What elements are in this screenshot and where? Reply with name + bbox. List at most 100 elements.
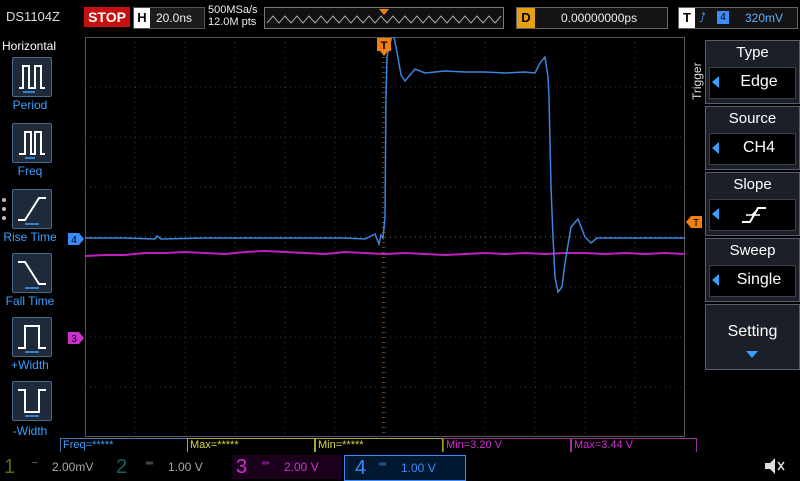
rising-edge-icon: ⭜ [699,10,706,25]
memory-waveform-preview [266,9,502,24]
delay-label: D [517,8,535,28]
negative-width-icon [18,389,46,417]
freq-label: Freq [17,164,43,178]
ch3-offset-marker[interactable]: 3 [68,332,84,344]
channel-2-number: 2 [116,456,128,478]
measurement-min-ch3[interactable]: Min=3.20 V [443,438,571,453]
panel-title: Horizontal [2,39,57,53]
trigger-marker-text: T [381,40,388,52]
trigger-slope-field [709,199,796,231]
channel-1-scale: 2.00mV [52,460,94,474]
page-dot [2,207,6,211]
run-stop-status[interactable]: STOP [84,7,130,27]
trigger-source-button[interactable]: Source CH4 [705,106,800,170]
trigger-source-value: CH4 [742,139,775,156]
channel-2-box[interactable]: 2 ═ 1.00 V [116,455,226,479]
positive-width-icon [18,325,46,353]
trigger-level-value: 320mV [745,11,784,25]
grid-lines [85,37,685,437]
measurement-min-ch1[interactable]: Min=***** [315,438,443,453]
trigger-label: T [679,8,695,28]
page-dot [2,198,6,202]
ac-coupling-icon: ~ [32,458,38,469]
trigger-source-field: CH4 [709,133,796,165]
timebase-value: 20.0ns [156,11,193,25]
channel-4-number: 4 [355,457,367,479]
trigger-setting-title: Setting [727,323,778,340]
ch3-trace [84,249,686,257]
negative-width-button[interactable] [12,381,52,421]
model-name: DS1104Z [6,9,60,24]
left-arrow-icon [712,208,719,220]
ch4-marker-text: 4 [71,235,77,245]
memory-timeline[interactable] [264,7,504,29]
waveform-grid [84,31,686,437]
measurement-freq-text: Freq=***** [63,439,114,451]
dc-coupling-icon: ═ [262,458,270,469]
rising-slope-icon [742,207,766,223]
channel-4-scale: 1.00 V [401,461,436,475]
channel-4-box[interactable]: 4 ═ 1.00 V [344,455,466,481]
trigger-type-button[interactable]: Type Edge [705,40,800,104]
measurement-max-ch1[interactable]: Max=***** [187,438,315,453]
left-arrow-icon [712,142,719,154]
measurement-min-ch3-text: Min=3.20 V [446,439,502,451]
ch3-marker-text: 3 [71,334,77,344]
channel-3-number: 3 [236,456,248,478]
delay-box[interactable]: D 0.00000000ps [516,7,668,29]
period-button[interactable] [12,57,52,97]
measurement-max-ch3[interactable]: Max=3.44 V [571,438,697,453]
trigger-sweep-title: Sweep [729,242,776,259]
freq-icon [19,131,45,159]
rise-time-icon [18,197,46,225]
measurement-freq[interactable]: Freq=***** [60,438,188,453]
trigger-position-marker[interactable]: T [377,38,391,56]
memory-depth: 12.0M pts [208,16,257,28]
channel-2-scale: 1.00 V [168,460,203,474]
rise-time-button[interactable] [12,189,52,229]
trigger-type-value: Edge [740,73,778,90]
trigger-setting-button[interactable]: Setting [705,304,800,370]
dc-coupling-icon: ═ [146,458,154,469]
waveform-display[interactable] [84,31,686,437]
rise-time-label: Rise Time [3,230,57,244]
sample-rate: 500MSa/s [208,4,258,16]
channel-1-number: 1 [4,456,16,478]
trigger-box[interactable]: T ⭜ 4 320mV [678,7,798,29]
horizontal-label: H [134,8,150,28]
measurement-max-ch3-text: Max=3.44 V [574,439,634,451]
trigger-source-title: Source [728,110,777,127]
left-arrow-icon [712,76,719,88]
measurement-min-ch1-text: Min=***** [318,439,364,451]
trigger-slope-button[interactable]: Slope [705,172,800,236]
period-label: Period [12,98,48,112]
positive-width-label: +Width [11,358,49,372]
trigger-sweep-value: Single [736,271,782,288]
acquisition-info: 500MSa/s 12.0M pts [208,4,258,28]
trigger-menu-title: Trigger [690,62,704,100]
fall-time-label: Fall Time [5,294,55,308]
trigger-sweep-field: Single [709,265,796,297]
trigger-sweep-button[interactable]: Sweep Single [705,238,800,302]
page-dot [2,216,6,220]
channel-3-box[interactable]: 3 ═ 2.00 V [232,455,342,479]
trigger-type-field: Edge [709,67,796,99]
negative-width-label: -Width [12,424,48,438]
expand-down-icon [746,351,758,358]
dc-coupling-icon: ═ [379,459,387,470]
left-arrow-icon [712,274,719,286]
speaker-muted-icon[interactable] [762,456,786,476]
positive-width-button[interactable] [12,317,52,357]
trigger-position-icon [379,9,389,15]
fall-time-icon [18,261,46,289]
period-icon [19,65,45,93]
trigger-source-badge: 4 [717,11,729,24]
timebase-box[interactable]: H 20.0ns [133,7,205,29]
fall-time-button[interactable] [12,253,52,293]
freq-button[interactable] [12,123,52,163]
channel-1-box[interactable]: 1 ~ 2.00mV [4,455,114,479]
ch4-offset-marker[interactable]: 4 [68,233,84,245]
delay-value: 0.00000000ps [561,11,638,25]
measurement-max-ch1-text: Max=***** [190,439,239,451]
trigger-slope-title: Slope [733,176,772,193]
